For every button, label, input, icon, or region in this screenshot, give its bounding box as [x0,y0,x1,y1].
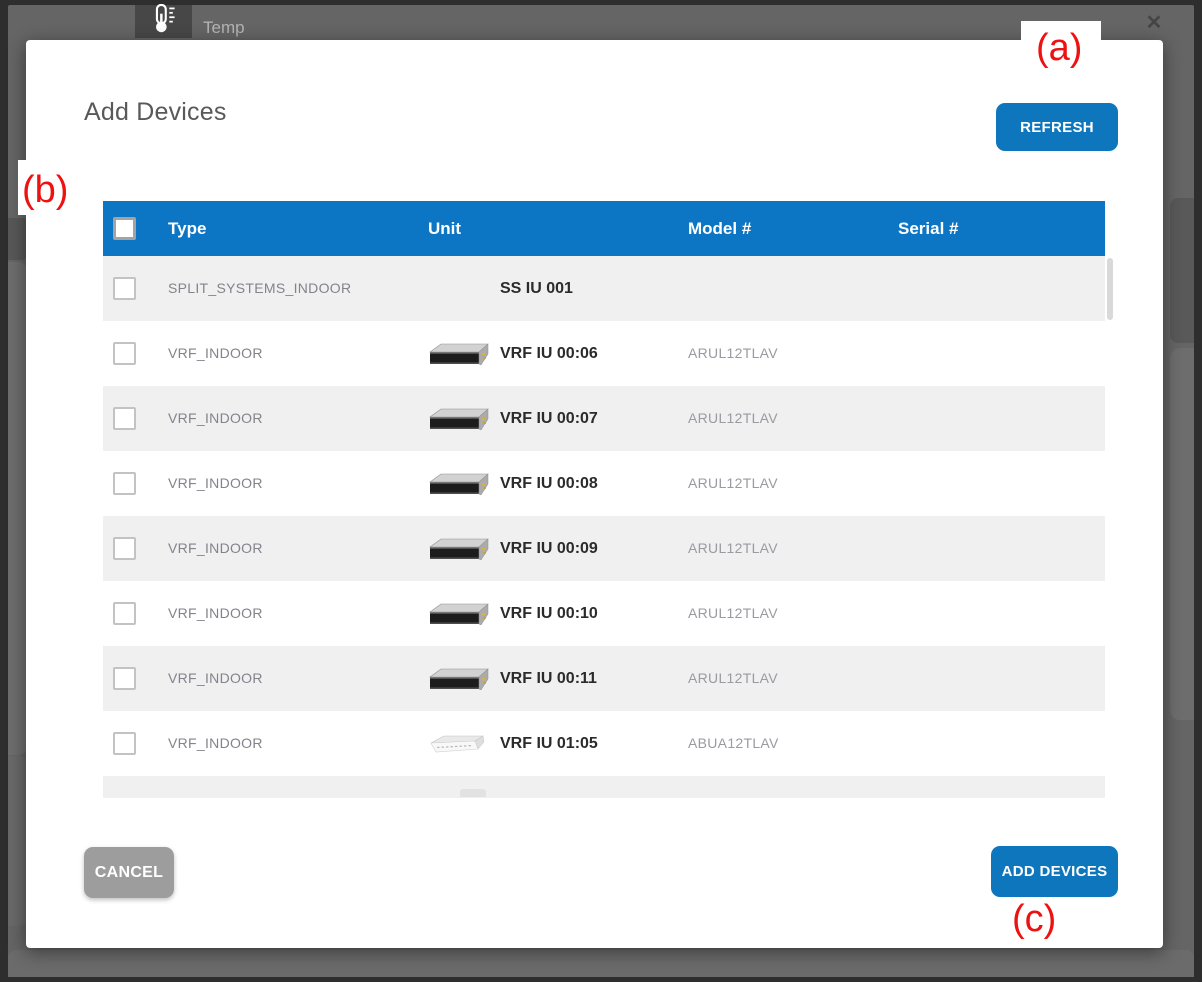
ceiling-unit-icon [428,730,490,758]
background-panel [1170,348,1194,720]
row-checkbox[interactable] [113,537,136,560]
model-number: ABUA12TLAV [688,735,779,751]
row-checkbox[interactable] [113,732,136,755]
device-type: VRF_INDOOR [168,540,263,556]
background-panel [8,950,1194,977]
unit-name: VRF IU 00:06 [500,345,598,363]
model-number: ARUL12TLAV [688,475,778,491]
no-icon [428,275,490,303]
partial-table-row [103,776,1105,798]
temp-sensor-tile [135,5,192,38]
table-row[interactable]: SPLIT_SYSTEMS_INDOOR [103,256,1105,321]
column-header-type[interactable]: Type [160,219,428,239]
device-type: VRF_INDOOR [168,475,263,491]
duct-unit-icon [428,665,490,693]
model-number: ARUL12TLAV [688,605,778,621]
add-devices-dialog: Add Devices REFRESH Type Unit Model # Se… [26,40,1163,948]
column-header-unit[interactable]: Unit [428,219,688,239]
row-checkbox[interactable] [113,407,136,430]
annotation-b: (b) [22,171,68,209]
table-row[interactable]: VRF_INDOOR VR [103,581,1105,646]
screenshot-root: Temp ✕ Add Devices REFRESH Type Unit Mod… [0,0,1202,982]
table-row[interactable]: VRF_INDOOR VR [103,386,1105,451]
temp-tile-label: Temp [203,18,245,38]
device-type: SPLIT_SYSTEMS_INDOOR [168,280,351,296]
unit-name: VRF IU 01:05 [500,735,598,753]
background-panel [1170,198,1194,343]
background-panel [8,262,28,755]
background-panel [8,218,28,260]
device-table: Type Unit Model # Serial # SPLIT_SYSTEMS… [103,201,1105,798]
model-number: ARUL12TLAV [688,670,778,686]
row-checkbox[interactable] [113,667,136,690]
duct-unit-icon [428,405,490,433]
device-type: VRF_INDOOR [168,670,263,686]
duct-unit-icon [428,470,490,498]
duct-unit-icon [428,535,490,563]
unit-name: VRF IU 00:10 [500,605,598,623]
unit-name: VRF IU 00:09 [500,540,598,558]
table-row[interactable]: VRF_INDOOR VR [103,451,1105,516]
table-row[interactable]: VRF_INDOOR VR [103,711,1105,776]
duct-unit-icon [428,600,490,628]
annotation-a: (a) [1036,29,1082,67]
device-table-body: SPLIT_SYSTEMS_INDOOR [103,256,1105,776]
table-scrollbar-thumb[interactable] [1107,258,1113,320]
unit-name: VRF IU 00:07 [500,410,598,428]
model-number: ARUL12TLAV [688,410,778,426]
unit-name: VRF IU 00:08 [500,475,598,493]
model-number: ARUL12TLAV [688,345,778,361]
column-header-serial[interactable]: Serial # [898,219,1105,239]
row-checkbox[interactable] [113,342,136,365]
select-all-checkbox[interactable] [113,217,136,240]
annotation-c: (c) [1012,900,1056,938]
table-row[interactable]: VRF_INDOOR VR [103,321,1105,386]
row-checkbox[interactable] [113,602,136,625]
row-checkbox[interactable] [113,472,136,495]
close-icon[interactable]: ✕ [1143,12,1165,34]
modal-backdrop[interactable]: Temp ✕ Add Devices REFRESH Type Unit Mod… [8,5,1194,977]
table-row[interactable]: VRF_INDOOR VR [103,646,1105,711]
unit-name: SS IU 001 [500,280,573,298]
table-header-row: Type Unit Model # Serial # [103,201,1105,256]
column-header-model[interactable]: Model # [688,219,898,239]
row-checkbox[interactable] [113,277,136,300]
table-row[interactable]: VRF_INDOOR VR [103,516,1105,581]
add-devices-button[interactable]: ADD DEVICES [991,846,1118,897]
refresh-button[interactable]: REFRESH [996,103,1118,151]
duct-unit-icon [428,340,490,368]
thermometer-icon [150,4,178,39]
model-number: ARUL12TLAV [688,540,778,556]
unit-icon [460,789,486,797]
device-type: VRF_INDOOR [168,735,263,751]
cancel-button[interactable]: CANCEL [84,847,174,898]
unit-name: VRF IU 00:11 [500,670,597,688]
device-type: VRF_INDOOR [168,605,263,621]
background-panel [8,756,28,926]
device-type: VRF_INDOOR [168,410,263,426]
dialog-title: Add Devices [84,98,227,127]
device-type: VRF_INDOOR [168,345,263,361]
